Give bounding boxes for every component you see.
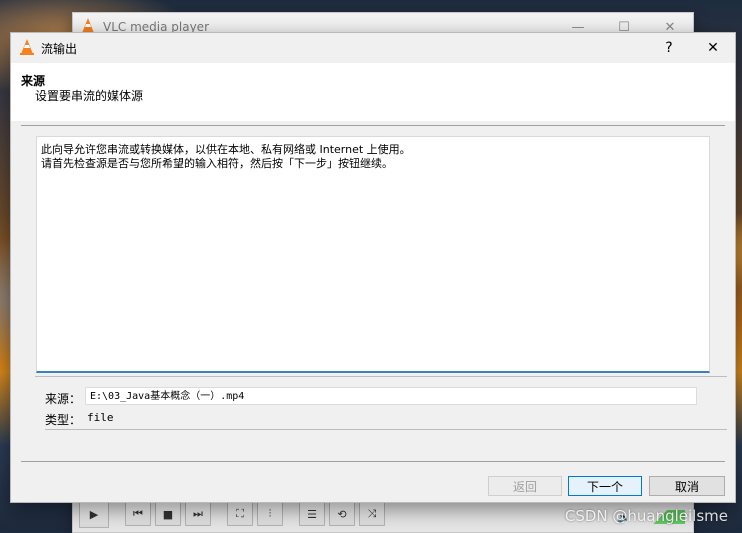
divider <box>45 429 727 430</box>
loop-icon[interactable]: ⟲ <box>329 502 355 526</box>
shuffle-icon[interactable]: ⤨ <box>359 502 385 526</box>
watermark: CSDN @huangleilsme <box>564 507 728 525</box>
vlc-cone-icon <box>20 38 34 58</box>
dialog-title-bar: 流输出 ? ✕ <box>11 33 735 63</box>
description-text-area: 此向导允许您串流或转换媒体，以供在本地、私有网络或 Internet 上使用。 … <box>36 136 710 373</box>
dialog-title: 流输出 <box>41 41 78 56</box>
dialog-close-button[interactable]: ✕ <box>691 33 735 63</box>
cancel-button[interactable]: 取消 <box>649 476 725 496</box>
next-icon[interactable]: ⏭ <box>185 502 211 526</box>
type-value: file <box>87 411 114 424</box>
help-button[interactable]: ? <box>647 33 691 63</box>
stream-output-dialog: 流输出 ? ✕ 来源 设置要串流的媒体源 此向导允许您串流或转换媒体，以供在本地… <box>10 32 736 503</box>
divider <box>21 125 725 126</box>
divider <box>21 461 725 462</box>
type-label: 类型： <box>45 413 82 427</box>
wizard-header: 来源 设置要串流的媒体源 <box>11 63 735 121</box>
source-field[interactable]: E:\03_Java基本概念（一）.mp4 <box>85 387 697 405</box>
source-info-group: 来源： E:\03_Java基本概念（一）.mp4 类型： file <box>35 376 727 430</box>
fullscreen-icon[interactable]: ⛶ <box>227 502 253 526</box>
playlist-icon[interactable]: ☰ <box>299 502 325 526</box>
next-button[interactable]: 下一个 <box>568 476 642 496</box>
play-icon[interactable]: ▶ <box>79 500 109 528</box>
extended-settings-icon[interactable]: ⫶ <box>257 502 283 526</box>
divider <box>35 376 727 377</box>
source-label: 来源： <box>45 392 82 406</box>
stop-icon[interactable]: ■ <box>155 502 181 526</box>
page-subtitle: 设置要串流的媒体源 <box>35 89 144 103</box>
description-line: 请首先检查源是否与您所希望的输入相符，然后按「下一步」按钮继续。 <box>41 157 393 170</box>
previous-icon[interactable]: ⏮ <box>125 502 151 526</box>
back-button[interactable]: 返回 <box>488 476 562 496</box>
